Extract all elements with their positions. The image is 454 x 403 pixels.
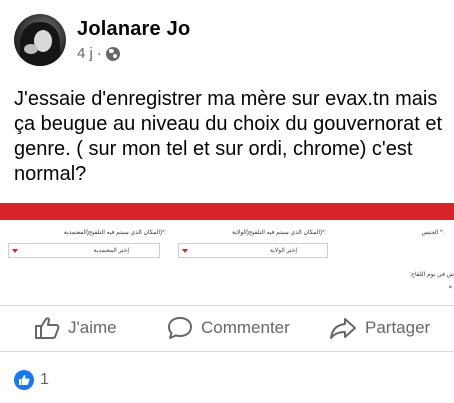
governorate-select-value: إختر الولاية [269, 248, 297, 254]
field-label-delegation: :*(المكان الذي سيتم فيه التلقيح(المعتمدي… [63, 230, 166, 236]
dropdown-caret-icon [182, 249, 188, 253]
comment-label: Commenter [201, 318, 290, 337]
delegation-select: إختر المعتمدية [8, 243, 160, 258]
attached-form-screenshot[interactable]: :*(المكان الذي سيتم فيه التلقيح(المعتمدي… [0, 203, 454, 301]
post-text: J'essaie d'enregistrer ma mère sur evax.… [14, 88, 443, 185]
reaction-summary[interactable]: 1 [14, 370, 49, 390]
dropdown-caret-icon [12, 249, 18, 253]
post-time[interactable]: 4 j [77, 45, 93, 62]
comment-bubble-icon [168, 317, 192, 339]
like-button[interactable]: J'aime [34, 316, 117, 340]
form-header-bar [0, 203, 454, 220]
post-header: Jolanare Jo 4 j · [14, 14, 190, 66]
share-label: Partager [365, 318, 431, 337]
avatar[interactable] [14, 14, 66, 66]
cutoff-label: ة [448, 284, 452, 290]
governorate-select: إختر الولاية [178, 243, 328, 258]
delegation-select-value: إختر المعتمدية [93, 248, 129, 254]
like-reaction-icon [14, 370, 34, 390]
like-label: J'aime [68, 318, 117, 337]
cutoff-label: ش في يوم اللقاح: [409, 272, 454, 278]
field-label-gender: :* الجنس [421, 230, 445, 236]
author-name[interactable]: Jolanare Jo [77, 18, 190, 41]
divider [0, 351, 454, 352]
field-label-governorate: :*(المكان الذي سيتم فيه التلقيح(الولاية [232, 230, 326, 236]
post-actions: J'aime Commenter Partager [0, 306, 454, 348]
comment-button[interactable]: Commenter [167, 316, 290, 340]
reaction-count: 1 [40, 371, 49, 388]
thumbs-up-icon [35, 317, 60, 339]
meta-separator: · [96, 45, 102, 62]
share-button[interactable]: Partager [329, 316, 430, 340]
globe-icon[interactable] [105, 46, 120, 61]
share-arrow-icon [330, 318, 356, 339]
